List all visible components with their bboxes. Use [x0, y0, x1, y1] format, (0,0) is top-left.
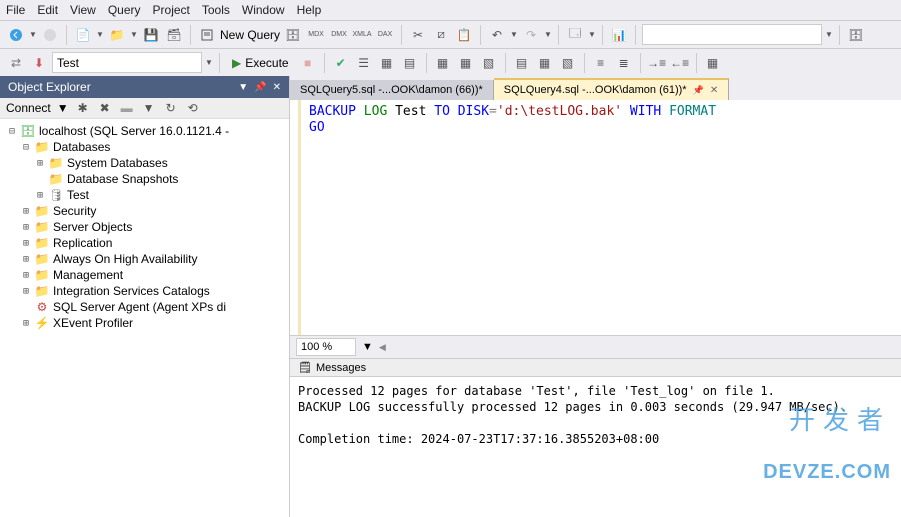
- copy-button[interactable]: ⧄: [431, 25, 451, 45]
- query-options-icon[interactable]: ▦: [377, 53, 397, 73]
- main-toolbar: ▼ 📄▼ 📁▼ 💾 🗃 New Query 🗄 MDX DMX XMLA DAX…: [0, 20, 901, 48]
- menu-view[interactable]: View: [70, 3, 96, 17]
- agent-node[interactable]: SQL Server Agent (Agent XPs di: [53, 300, 226, 314]
- specify-values-icon[interactable]: ▦: [703, 53, 723, 73]
- intellisense-icon[interactable]: ▤: [400, 53, 420, 73]
- dmx-icon[interactable]: DMX: [329, 25, 349, 45]
- stop-button[interactable]: ■: [298, 53, 318, 73]
- indent-icon[interactable]: →≡: [647, 53, 667, 73]
- redo-button[interactable]: ↷: [521, 25, 541, 45]
- menu-bar: File Edit View Query Project Tools Windo…: [0, 0, 901, 20]
- menu-window[interactable]: Window: [242, 3, 285, 17]
- alwayson-node[interactable]: Always On High Availability: [53, 252, 198, 266]
- refresh-icon[interactable]: ↻: [163, 101, 179, 115]
- db-engine-query-icon[interactable]: 🗄: [283, 25, 303, 45]
- sql-editor[interactable]: BACKUP LOG Test TO DISK='d:\testLOG.bak'…: [298, 100, 901, 335]
- open-button[interactable]: 📁: [107, 25, 127, 45]
- nav-fwd-button[interactable]: [40, 25, 60, 45]
- editor-tabs: SQLQuery5.sql -...OOK\damon (66))* SQLQu…: [290, 76, 901, 100]
- change-connection-icon[interactable]: ⇄: [6, 53, 26, 73]
- menu-query[interactable]: Query: [108, 3, 141, 17]
- sync-icon[interactable]: ⟲: [185, 101, 201, 115]
- display-plan-icon[interactable]: ☰: [354, 53, 374, 73]
- outdent-icon[interactable]: ←≡: [670, 53, 690, 73]
- close-tab-icon[interactable]: ✕: [710, 85, 718, 96]
- server-node[interactable]: localhost (SQL Server 16.0.1121.4 -: [39, 124, 229, 138]
- save-button[interactable]: 💾: [141, 25, 161, 45]
- watermark: 开发者 DEVZE.COM: [763, 379, 891, 509]
- pin-tab-icon[interactable]: 📌: [693, 85, 704, 96]
- new-query-icon[interactable]: [197, 25, 217, 45]
- snapshots-node[interactable]: Database Snapshots: [67, 172, 178, 186]
- management-node[interactable]: Management: [53, 268, 123, 282]
- xmla-icon[interactable]: XMLA: [352, 25, 372, 45]
- autohide-dropdown-icon[interactable]: ▼: [238, 82, 248, 93]
- client-stats-icon[interactable]: ▧: [479, 53, 499, 73]
- properties-icon[interactable]: 🗔: [565, 25, 585, 45]
- query-toolbar: ⇄ ⬇ ▼ ▶Execute ■ ✔ ☰ ▦ ▤ ▦ ▦ ▧ ▤ ▦ ▧ ≡ ≣…: [0, 48, 901, 76]
- database-combo[interactable]: [52, 52, 202, 73]
- messages-pane[interactable]: Processed 12 pages for database 'Test', …: [290, 377, 901, 517]
- system-databases-node[interactable]: System Databases: [67, 156, 168, 170]
- databases-node[interactable]: Databases: [53, 140, 110, 154]
- nav-back-drop[interactable]: ▼: [29, 30, 37, 39]
- dax-icon[interactable]: DAX: [375, 25, 395, 45]
- disconnect-icon[interactable]: ✱: [75, 101, 91, 115]
- object-explorer-panel: Object Explorer ▼ 📌 ✕ Connect ▼ ✱ ✖ ▬ ▼ ↻…: [0, 76, 290, 517]
- available-db-icon[interactable]: ⬇: [29, 53, 49, 73]
- new-item-button[interactable]: 📄: [73, 25, 93, 45]
- pin-icon[interactable]: 📌: [254, 82, 266, 93]
- menu-edit[interactable]: Edit: [37, 3, 58, 17]
- activity-monitor-icon[interactable]: 📊: [609, 25, 629, 45]
- search-combo[interactable]: [642, 24, 822, 45]
- xevent-node[interactable]: XEvent Profiler: [53, 316, 133, 330]
- comment-icon[interactable]: ≡: [591, 53, 611, 73]
- close-panel-icon[interactable]: ✕: [273, 82, 281, 93]
- stop-icon[interactable]: ✖: [97, 101, 113, 115]
- editor-area: SQLQuery5.sql -...OOK\damon (66))* SQLQu…: [290, 76, 901, 517]
- zoom-select[interactable]: [296, 338, 356, 356]
- messages-tab[interactable]: 🗒 Messages: [290, 358, 901, 377]
- mdx-icon[interactable]: MDX: [306, 25, 326, 45]
- messages-icon: 🗒: [298, 361, 312, 374]
- tab-sqlquery4[interactable]: SQLQuery4.sql -...OOK\damon (61))*📌✕: [494, 78, 729, 100]
- include-plan-icon[interactable]: ▦: [433, 53, 453, 73]
- save-all-button[interactable]: 🗃: [164, 25, 184, 45]
- object-explorer-title: Object Explorer ▼ 📌 ✕: [0, 76, 289, 98]
- filter-icon[interactable]: ▼: [141, 101, 157, 115]
- undo-button[interactable]: ↶: [487, 25, 507, 45]
- results-grid-icon[interactable]: ▦: [535, 53, 555, 73]
- server-objects-node[interactable]: Server Objects: [53, 220, 132, 234]
- security-node[interactable]: Security: [53, 204, 96, 218]
- execute-button[interactable]: ▶Execute: [226, 52, 295, 74]
- new-query-button[interactable]: New Query: [220, 28, 280, 42]
- live-stats-icon[interactable]: ▦: [456, 53, 476, 73]
- uncomment-icon[interactable]: ≣: [614, 53, 634, 73]
- menu-tools[interactable]: Tools: [202, 3, 230, 17]
- scroll-left-icon[interactable]: ◀: [379, 342, 386, 353]
- menu-project[interactable]: Project: [153, 3, 190, 17]
- paste-button[interactable]: 📋: [454, 25, 474, 45]
- replication-node[interactable]: Replication: [53, 236, 112, 250]
- results-text-icon[interactable]: ▤: [512, 53, 532, 73]
- filter-off-icon[interactable]: ▬: [119, 101, 135, 115]
- test-db-node[interactable]: Test: [67, 188, 89, 202]
- parse-button[interactable]: ✔: [331, 53, 351, 73]
- connect-toolbar: Connect▼ ✱ ✖ ▬ ▼ ↻ ⟲: [0, 98, 289, 119]
- registered-servers-icon[interactable]: 🗄: [846, 25, 866, 45]
- object-tree[interactable]: ⊟🗄localhost (SQL Server 16.0.1121.4 - ⊟📁…: [0, 119, 289, 517]
- isc-node[interactable]: Integration Services Catalogs: [53, 284, 210, 298]
- menu-file[interactable]: File: [6, 3, 25, 17]
- menu-help[interactable]: Help: [297, 3, 322, 17]
- cut-button[interactable]: ✂: [408, 25, 428, 45]
- connect-button[interactable]: Connect: [6, 101, 51, 115]
- results-file-icon[interactable]: ▧: [558, 53, 578, 73]
- zoom-bar: ▼ ◀: [290, 335, 901, 358]
- nav-back-button[interactable]: [6, 25, 26, 45]
- tab-sqlquery5[interactable]: SQLQuery5.sql -...OOK\damon (66))*: [290, 80, 494, 100]
